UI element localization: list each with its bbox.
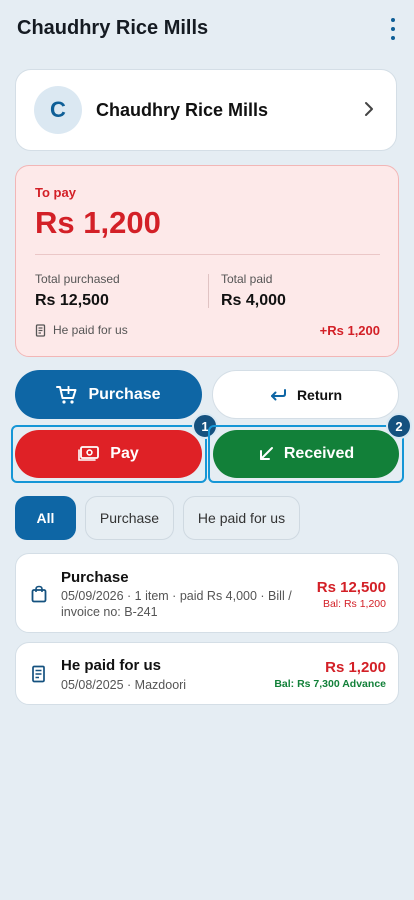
transaction-balance: Bal: Rs 1,200 (322, 598, 386, 610)
arrow-down-left-icon (259, 447, 273, 460)
transaction-amount: Rs 1,200 (325, 659, 386, 676)
more-options-icon[interactable] (388, 18, 398, 40)
transaction-balance: Bal: Rs 7,300 Advance (274, 678, 386, 690)
to-pay-label: To pay (35, 185, 76, 200)
filter-all-chip[interactable]: All (15, 496, 76, 540)
total-purchased-value: Rs 12,500 (35, 292, 109, 309)
total-paid-value: Rs 4,000 (221, 292, 286, 309)
total-purchased-label: Total purchased (35, 272, 120, 286)
received-button[interactable]: Received (213, 430, 399, 478)
transaction-item[interactable]: Purchase 05/09/2026 · 1 item · paid Rs 4… (15, 553, 399, 633)
transaction-title: Purchase (61, 569, 129, 586)
transaction-amount: Rs 12,500 (316, 579, 386, 596)
total-paid: Total paid Rs 4,000 (221, 272, 286, 310)
pay-label: Pay (110, 445, 139, 462)
app-header: Chaudhry Rice Mills (0, 0, 414, 60)
party-name: Chaudhry Rice Mills (96, 100, 269, 120)
he-paid-value: +Rs 1,200 (319, 323, 380, 338)
to-pay-amount: Rs 1,200 (35, 205, 161, 240)
cash-icon (78, 446, 100, 461)
return-button[interactable]: Return (212, 370, 399, 419)
total-purchased: Total purchased Rs 12,500 (35, 272, 120, 310)
transaction-item[interactable]: He paid for us 05/08/2025 · Mazdoori Rs … (15, 642, 399, 705)
vertical-divider (208, 274, 209, 308)
received-badge: 2 (386, 413, 412, 439)
filter-he-paid-chip[interactable]: He paid for us (183, 496, 300, 540)
he-paid-row: He paid for us (35, 323, 128, 337)
he-paid-label: He paid for us (53, 323, 128, 337)
purchase-button[interactable]: Purchase (15, 370, 202, 419)
receipt-icon (35, 323, 46, 337)
cart-add-icon (56, 385, 77, 404)
chevron-right-icon (365, 102, 373, 116)
return-label: Return (296, 386, 343, 403)
purchase-label: Purchase (88, 385, 161, 403)
total-paid-label: Total paid (221, 272, 273, 286)
transaction-subtitle: 05/09/2026 · 1 item · paid Rs 4,000 · Bi… (61, 589, 292, 619)
balance-summary-card: To pay Rs 1,200 Total purchased Rs 12,50… (15, 165, 399, 357)
received-label: Received (283, 445, 355, 462)
shopping-bag-icon (31, 585, 47, 603)
page-title: Chaudhry Rice Mills (17, 17, 209, 39)
filter-purchase-chip[interactable]: Purchase (85, 496, 174, 540)
receipt-icon (32, 665, 45, 683)
return-arrow-icon (270, 388, 286, 400)
avatar: C (34, 86, 82, 134)
pay-button[interactable]: Pay (15, 430, 202, 478)
party-card[interactable]: C Chaudhry Rice Mills (15, 69, 397, 151)
divider (35, 254, 380, 255)
transaction-title: He paid for us (61, 657, 162, 674)
